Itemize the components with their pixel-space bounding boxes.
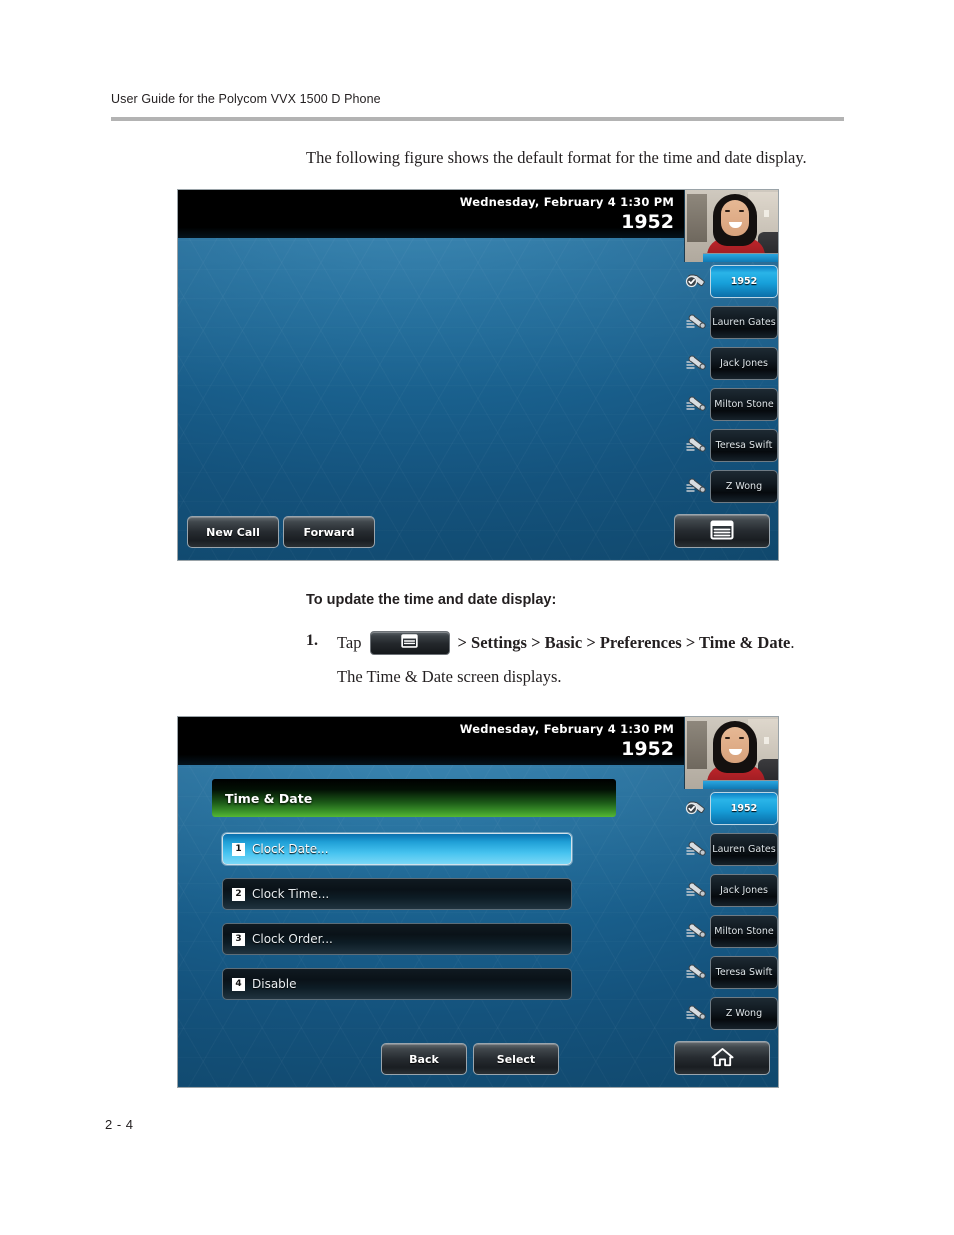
video-person-eye-right <box>739 737 744 739</box>
intro-paragraph: The following figure shows the default f… <box>306 148 807 167</box>
video-person-eye-left <box>725 737 730 739</box>
status-bar: Wednesday, February 4 1:30 PM 1952 <box>178 190 684 238</box>
softkey-home[interactable] <box>674 1041 770 1075</box>
line-key-row[interactable]: 1952 <box>684 262 778 303</box>
line-key-button[interactable]: Milton Stone <box>710 388 778 421</box>
line-key-list: 1952 Lauren Gates Jack Jones Milton Ston… <box>684 789 778 1035</box>
handset-icon <box>685 836 711 862</box>
line-key-row[interactable]: Z Wong <box>684 467 778 508</box>
step-result-text: The Time & Date screen displays. <box>337 667 562 686</box>
video-door <box>687 194 707 242</box>
phone-screenshot-home: Wednesday, February 4 1:30 PM 1952 1952 … <box>177 189 779 561</box>
menu-title-bar: Time & Date <box>212 779 616 817</box>
line-key-button[interactable]: Z Wong <box>710 997 778 1030</box>
inline-menu-key <box>369 631 450 655</box>
status-bar: Wednesday, February 4 1:30 PM 1952 <box>178 717 684 765</box>
menu-item-index: 4 <box>232 977 245 991</box>
video-person-eye-left <box>725 210 730 212</box>
line-key-button[interactable]: Teresa Swift <box>710 429 778 462</box>
line-key-button[interactable]: Jack Jones <box>710 347 778 380</box>
line-key-button[interactable]: Jack Jones <box>710 874 778 907</box>
line-key-row[interactable]: Jack Jones <box>684 871 778 912</box>
video-person-eye-right <box>739 210 744 212</box>
video-lightswitch <box>764 210 769 217</box>
step-menu-path: > Settings > Basic > Preferences > Time … <box>457 633 791 652</box>
menu-item-clock-time[interactable]: 2 Clock Time... <box>222 878 572 910</box>
status-extension: 1952 <box>621 738 674 760</box>
handset-icon <box>685 1000 711 1026</box>
procedure-heading: To update the time and date display: <box>306 592 557 608</box>
handset-icon <box>685 473 711 499</box>
home-icon <box>710 1046 735 1071</box>
phone-screenshot-time-date: Wednesday, February 4 1:30 PM 1952 Time … <box>177 716 779 1088</box>
line-key-row[interactable]: Teresa Swift <box>684 953 778 994</box>
line-key-row[interactable]: Milton Stone <box>684 385 778 426</box>
handset-icon <box>685 350 711 376</box>
menu-item-index: 1 <box>232 842 245 856</box>
line-key-button[interactable]: Lauren Gates <box>710 306 778 339</box>
page-number: 2 - 4 <box>105 1117 134 1132</box>
menu-item-label: Clock Time... <box>252 887 330 901</box>
line-key-row[interactable]: Lauren Gates <box>684 830 778 871</box>
menu-item-clock-date[interactable]: 1 Clock Date... <box>222 833 572 865</box>
status-datetime: Wednesday, February 4 1:30 PM <box>459 722 674 736</box>
line-key-row[interactable]: Teresa Swift <box>684 426 778 467</box>
line-key-row[interactable]: Z Wong <box>684 994 778 1035</box>
menu-icon <box>401 633 418 653</box>
menu-item-index: 2 <box>232 887 245 901</box>
line-key-button[interactable]: Milton Stone <box>710 915 778 948</box>
self-view-video[interactable] <box>684 717 778 789</box>
handset-icon <box>685 959 711 985</box>
handset-icon <box>685 432 711 458</box>
line-key-row[interactable]: Milton Stone <box>684 912 778 953</box>
status-datetime: Wednesday, February 4 1:30 PM <box>459 195 674 209</box>
menu-item-index: 3 <box>232 932 245 946</box>
step-number: 1. <box>306 632 318 649</box>
menu-item-disable[interactable]: 4 Disable <box>222 968 572 1000</box>
video-person-face <box>721 200 749 236</box>
status-extension: 1952 <box>621 211 674 233</box>
softkey-back[interactable]: Back <box>381 1043 467 1075</box>
step-instruction: Tap > Settings > Basic > Preferences > T… <box>337 631 795 655</box>
running-header: User Guide for the Polycom VVX 1500 D Ph… <box>111 92 381 106</box>
line-key-button[interactable]: 1952 <box>710 792 778 825</box>
handset-icon <box>685 918 711 944</box>
menu-icon <box>710 520 734 543</box>
line-key-button[interactable]: Z Wong <box>710 470 778 503</box>
line-key-button[interactable]: Lauren Gates <box>710 833 778 866</box>
line-key-row[interactable]: Lauren Gates <box>684 303 778 344</box>
video-monitor <box>703 253 778 262</box>
handset-icon <box>685 309 711 335</box>
step-tap-label: Tap <box>337 633 362 652</box>
softkey-new-call[interactable]: New Call <box>187 516 279 548</box>
line-key-row[interactable]: Jack Jones <box>684 344 778 385</box>
menu-item-label: Clock Date... <box>252 842 329 856</box>
handset-registered-icon <box>685 268 711 294</box>
menu-item-clock-order[interactable]: 3 Clock Order... <box>222 923 572 955</box>
menu-item-label: Clock Order... <box>252 932 333 946</box>
line-key-row[interactable]: 1952 <box>684 789 778 830</box>
document-page: User Guide for the Polycom VVX 1500 D Ph… <box>0 0 954 1235</box>
video-door <box>687 721 707 769</box>
video-person-face <box>721 727 749 763</box>
line-key-button[interactable]: Teresa Swift <box>710 956 778 989</box>
step-period: . <box>790 633 795 652</box>
header-rule <box>111 117 844 121</box>
video-lightswitch <box>764 737 769 744</box>
softkey-menu[interactable] <box>674 514 770 548</box>
menu-item-label: Disable <box>252 977 297 991</box>
handset-icon <box>685 391 711 417</box>
self-view-video[interactable] <box>684 190 778 262</box>
handset-registered-icon <box>685 795 711 821</box>
handset-icon <box>685 877 711 903</box>
softkey-forward[interactable]: Forward <box>283 516 375 548</box>
line-key-list: 1952 Lauren Gates Jack Jones Milton Ston… <box>684 262 778 508</box>
line-key-button[interactable]: 1952 <box>710 265 778 298</box>
softkey-select[interactable]: Select <box>473 1043 559 1075</box>
video-monitor <box>703 780 778 789</box>
